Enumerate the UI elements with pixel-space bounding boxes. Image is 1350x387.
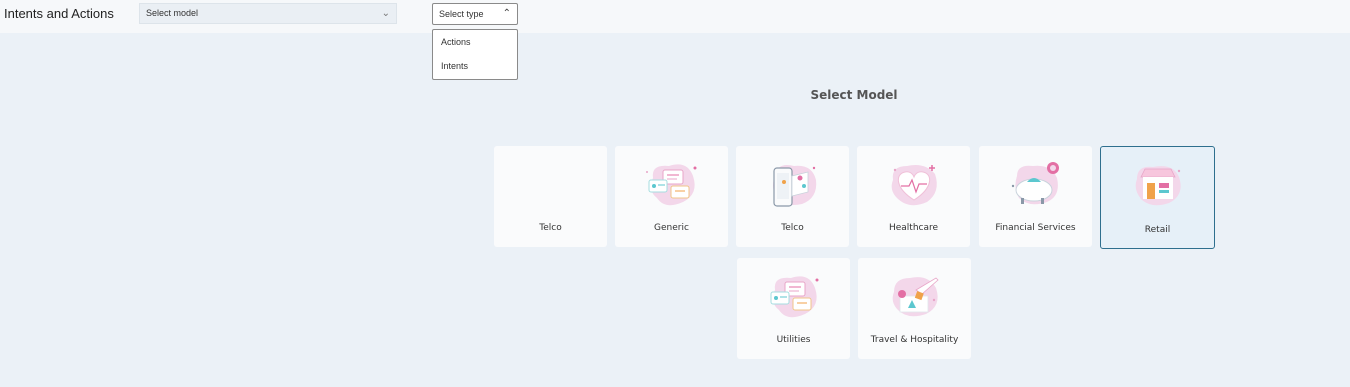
phone-map-icon [773,165,817,207]
model-card-label: Telco [539,223,562,233]
model-select[interactable]: Select model ⌄ [139,3,397,24]
model-card-label: Financial Services [995,223,1076,233]
model-card-travel-hospitality[interactable]: Travel & Hospitality [858,258,971,359]
model-card-generic[interactable]: Generic [615,146,728,247]
model-card-healthcare[interactable]: Healthcare [857,146,970,247]
chevron-down-icon: ⌄ [381,8,390,19]
type-select-value: Select type [439,9,484,19]
type-select[interactable]: Select type ⌃ [432,3,518,25]
type-option-actions[interactable]: Actions [441,37,471,47]
model-card-label: Travel & Hospitality [870,335,959,345]
airplane-shapes-icon [892,277,939,317]
model-card-label: Retail [1144,225,1171,235]
model-select-value: Select model [146,8,199,18]
type-dropdown-menu: Actions Intents [432,29,518,80]
page-title: Intents and Actions [4,6,114,21]
model-card-telco-2[interactable]: Telco [736,146,849,247]
document-cards-icon [770,276,819,318]
model-card-label: Generic [654,223,689,233]
model-card-label: Utilities [776,335,811,345]
piggy-bank-icon [1011,162,1059,205]
section-title: Select Model [810,88,898,102]
document-cards-icon [646,164,697,206]
type-option-intents[interactable]: Intents [441,61,468,71]
model-card-retail[interactable]: Retail [1100,146,1215,249]
model-card-financial-services[interactable]: Financial Services [979,146,1092,247]
storefront-icon [1135,166,1181,206]
model-card-telco[interactable]: Telco [494,146,607,247]
chevron-up-icon: ⌃ [502,8,511,19]
model-card-label: Healthcare [888,223,939,233]
heart-pulse-icon [891,165,937,206]
model-card-utilities[interactable]: Utilities [737,258,850,359]
top-bar: Intents and Actions Select model ⌄ Selec… [0,0,1350,33]
model-card-label: Telco [781,223,804,233]
